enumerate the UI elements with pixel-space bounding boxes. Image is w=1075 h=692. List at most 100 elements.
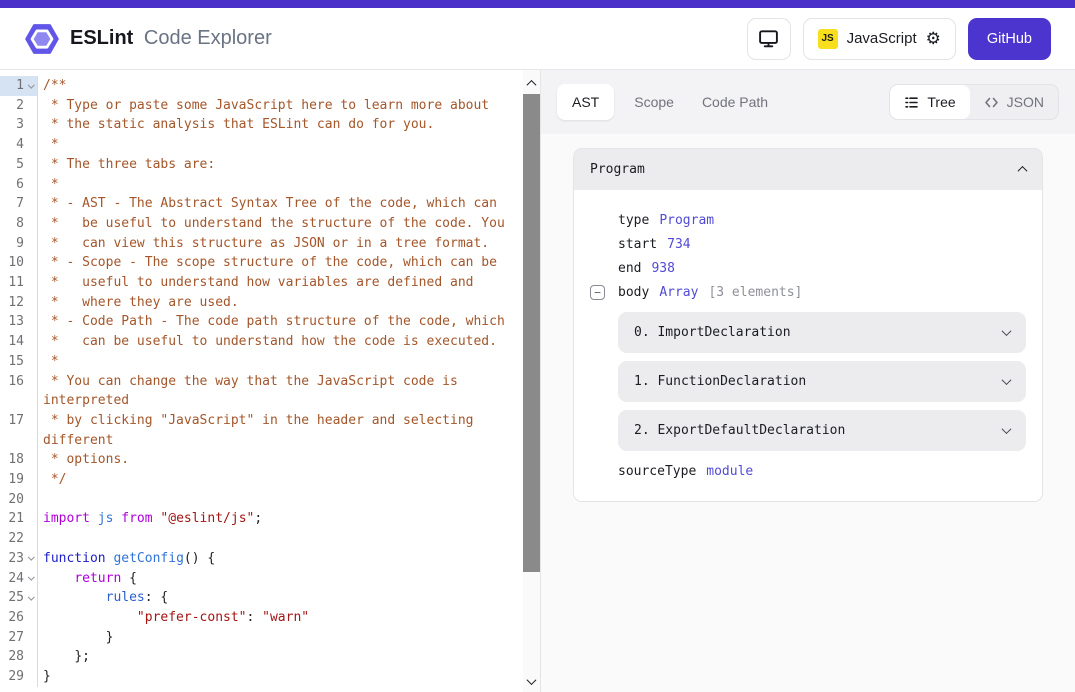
line-gutter: 18 — [0, 450, 38, 470]
code-line[interactable]: 21import js from "@eslint/js"; — [0, 509, 540, 529]
line-gutter: 24 — [0, 569, 38, 589]
line-number: 16 — [0, 372, 26, 411]
fold-toggle-icon[interactable] — [26, 76, 37, 96]
line-gutter: 20 — [0, 490, 38, 510]
code-token: * - Scope - The scope structure of the c… — [43, 255, 497, 270]
code-line[interactable]: 12 * where they are used. — [0, 293, 540, 313]
code-text[interactable]: * — [38, 135, 518, 155]
code-text[interactable]: /** — [38, 76, 518, 96]
code-line[interactable]: 20 — [0, 490, 540, 510]
code-line[interactable]: 29} — [0, 667, 540, 687]
code-text[interactable]: * - Code Path - The code path structure … — [38, 312, 518, 332]
code-line[interactable]: 4 * — [0, 135, 540, 155]
code-text[interactable]: * where they are used. — [38, 293, 518, 313]
code-line[interactable]: 13 * - Code Path - The code path structu… — [0, 312, 540, 332]
code-line[interactable]: 23function getConfig() { — [0, 549, 540, 569]
scrollbar-thumb[interactable] — [523, 94, 540, 572]
view-toggle-json[interactable]: JSON — [970, 85, 1058, 119]
line-gutter: 19 — [0, 470, 38, 490]
fold-spacer — [26, 628, 37, 648]
fold-toggle-icon[interactable] — [26, 549, 37, 569]
code-text[interactable]: * useful to understand how variables are… — [38, 273, 518, 293]
code-line[interactable]: 27 } — [0, 628, 540, 648]
panel-tabs: AST Scope Code Path — [557, 84, 776, 120]
code-line[interactable]: 18 * options. — [0, 450, 540, 470]
fold-toggle-icon[interactable] — [26, 588, 37, 608]
line-number: 3 — [0, 115, 26, 135]
code-text[interactable]: * - AST - The Abstract Syntax Tree of th… — [38, 194, 518, 214]
code-text[interactable] — [38, 529, 518, 549]
github-button[interactable]: GitHub — [968, 18, 1051, 60]
scrollbar-up-arrow-icon[interactable] — [523, 76, 540, 90]
code-text[interactable] — [38, 490, 518, 510]
line-gutter: 9 — [0, 234, 38, 254]
node-property-row: end938 — [590, 256, 1026, 280]
code-line[interactable]: 1/** — [0, 76, 540, 96]
tab-ast[interactable]: AST — [557, 84, 614, 120]
code-token: } — [43, 630, 113, 645]
code-line[interactable]: 11 * useful to understand how variables … — [0, 273, 540, 293]
fold-toggle-icon[interactable] — [26, 569, 37, 589]
theme-toggle-button[interactable] — [747, 18, 791, 60]
ast-child-node-row[interactable]: 0. ImportDeclaration — [618, 312, 1026, 353]
collapse-minus-icon[interactable]: − — [590, 285, 605, 300]
code-text[interactable]: * Type or paste some JavaScript here to … — [38, 96, 518, 116]
code-line[interactable]: 28 }; — [0, 647, 540, 667]
code-text[interactable]: * can view this structure as JSON or in … — [38, 234, 518, 254]
code-line[interactable]: 5 * The three tabs are: — [0, 155, 540, 175]
code-text[interactable]: * - Scope - The scope structure of the c… — [38, 253, 518, 273]
code-line[interactable]: 26 "prefer-const": "warn" — [0, 608, 540, 628]
code-text[interactable]: * can be useful to understand how the co… — [38, 332, 518, 352]
code-text[interactable]: * You can change the way that the JavaSc… — [38, 372, 518, 411]
tab-scope[interactable]: Scope — [626, 84, 682, 120]
editor-scrollbar[interactable] — [523, 70, 540, 692]
code-line[interactable]: 2 * Type or paste some JavaScript here t… — [0, 96, 540, 116]
code-line[interactable]: 15 * — [0, 352, 540, 372]
code-text[interactable]: */ — [38, 470, 518, 490]
code-line[interactable]: 9 * can view this structure as JSON or i… — [0, 234, 540, 254]
code-text[interactable]: * — [38, 175, 518, 195]
code-text[interactable]: function getConfig() { — [38, 549, 518, 569]
code-text[interactable]: * be useful to understand the structure … — [38, 214, 518, 234]
code-line[interactable]: 10 * - Scope - The scope structure of th… — [0, 253, 540, 273]
ast-node-header[interactable]: Program — [574, 149, 1042, 190]
code-line[interactable]: 8 * be useful to understand the structur… — [0, 214, 540, 234]
code-line[interactable]: 19 */ — [0, 470, 540, 490]
code-text[interactable]: "prefer-const": "warn" — [38, 608, 518, 628]
code-text[interactable]: * — [38, 352, 518, 372]
fold-spacer — [26, 529, 37, 549]
code-text[interactable]: } — [38, 628, 518, 648]
language-selector-button[interactable]: JS JavaScript ⚙ — [803, 18, 956, 60]
code-text[interactable]: } — [38, 667, 518, 687]
code-line[interactable]: 24 return { — [0, 569, 540, 589]
line-gutter: 16 — [0, 372, 38, 411]
code-text[interactable]: * options. — [38, 450, 518, 470]
code-line[interactable]: 16 * You can change the way that the Jav… — [0, 372, 540, 411]
code-text[interactable]: * by clicking "JavaScript" in the header… — [38, 411, 518, 450]
code-line[interactable]: 22 — [0, 529, 540, 549]
code-token: "@eslint/js" — [160, 511, 254, 526]
code-editor[interactable]: 1/**2 * Type or paste some JavaScript he… — [0, 70, 540, 692]
code-text[interactable]: rules: { — [38, 588, 518, 608]
ast-child-node-row[interactable]: 2. ExportDefaultDeclaration — [618, 410, 1026, 451]
code-line[interactable]: 25 rules: { — [0, 588, 540, 608]
code-line[interactable]: 3 * the static analysis that ESLint can … — [0, 115, 540, 135]
scrollbar-down-arrow-icon[interactable] — [523, 674, 540, 688]
tab-code-path[interactable]: Code Path — [694, 84, 776, 120]
code-text[interactable]: }; — [38, 647, 518, 667]
code-text[interactable]: * The three tabs are: — [38, 155, 518, 175]
code-line[interactable]: 17 * by clicking "JavaScript" in the hea… — [0, 411, 540, 450]
ast-child-node-row[interactable]: 1. FunctionDeclaration — [618, 361, 1026, 402]
line-gutter: 26 — [0, 608, 38, 628]
code-line[interactable]: 14 * can be useful to understand how the… — [0, 332, 540, 352]
code-text[interactable]: import js from "@eslint/js"; — [38, 509, 518, 529]
code-text[interactable]: * the static analysis that ESLint can do… — [38, 115, 518, 135]
editor-lines: 1/**2 * Type or paste some JavaScript he… — [0, 70, 540, 687]
code-line[interactable]: 7 * - AST - The Abstract Syntax Tree of … — [0, 194, 540, 214]
code-line[interactable]: 6 * — [0, 175, 540, 195]
fold-spacer — [26, 253, 37, 273]
line-gutter: 3 — [0, 115, 38, 135]
code-text[interactable]: return { — [38, 569, 518, 589]
node-props-top: typeProgramstart734end938−bodyArray[3 el… — [590, 208, 1026, 304]
view-toggle-tree[interactable]: Tree — [890, 85, 969, 119]
